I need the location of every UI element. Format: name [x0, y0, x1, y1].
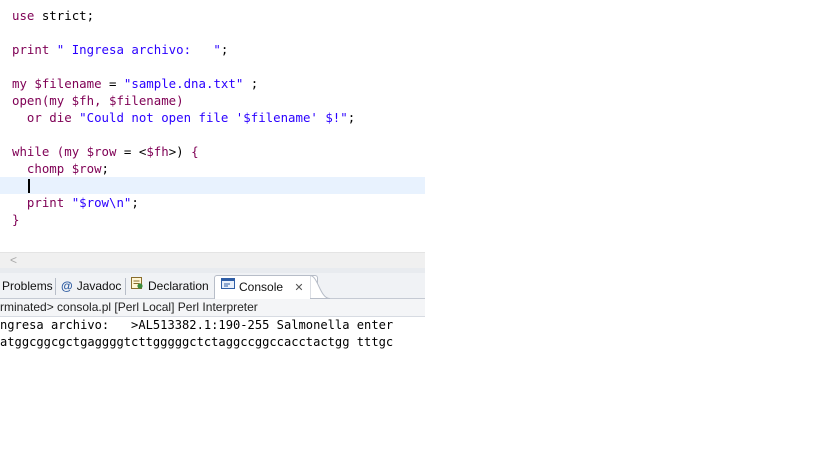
code-token: =	[101, 76, 124, 91]
code-token: chomp	[26, 161, 65, 176]
code-token: " Ingresa archivo: "	[56, 42, 221, 57]
tab-declaration-label: Declaration	[148, 279, 209, 293]
tab-javadoc-label: Javadoc	[76, 279, 122, 293]
code-line: open(my $fh, $filename)	[12, 92, 184, 109]
code-line: my $filename = "sample.dna.txt" ;	[12, 75, 258, 92]
tab-console[interactable]: Console ✕	[214, 275, 318, 300]
code-token: >)	[168, 144, 192, 159]
code-line: print " Ingresa archivo: ";	[12, 41, 228, 58]
console-process-label: rminated> consola.pl [Perl Local] Perl I…	[0, 299, 425, 317]
code-token: = <	[116, 144, 147, 159]
code-token: use	[12, 8, 35, 23]
code-line: while (my $row = <$fh>) {	[12, 143, 199, 160]
views-tabbar: Problems @ Javadoc Declaration Console ✕	[0, 273, 425, 300]
console-output[interactable]: ngresa archivo: >AL513382.1:190-255 Salm…	[0, 317, 425, 357]
code-token: "$row\n"	[71, 195, 132, 210]
code-token: print	[12, 42, 50, 57]
tab-divider	[125, 278, 126, 295]
code-token: my	[12, 76, 27, 91]
tab-problems[interactable]: Problems	[2, 275, 53, 298]
code-token: $filename	[34, 76, 102, 91]
code-token: (my $row	[56, 144, 117, 159]
code-line-current	[0, 177, 425, 194]
close-icon[interactable]: ✕	[294, 282, 303, 294]
console-output-line: ngresa archivo: >AL513382.1:190-255 Salm…	[0, 318, 394, 332]
code-editor[interactable]: use strict; print " Ingresa archivo: "; my…	[0, 0, 425, 252]
console-icon	[221, 276, 235, 299]
code-token: ;	[101, 161, 110, 176]
code-token: $row	[71, 161, 102, 176]
code-line: print "$row\n";	[12, 194, 139, 211]
tab-javadoc[interactable]: @ Javadoc	[61, 275, 121, 298]
code-token: print	[26, 195, 65, 210]
code-token: open	[12, 93, 42, 108]
at-icon: @	[61, 279, 73, 294]
console-output-line: atggcggcgctgaggggtcttgggggctctaggccggcca…	[0, 335, 394, 349]
code-token: "sample.dna.txt"	[123, 76, 244, 91]
text-cursor	[28, 179, 30, 193]
tab-console-curve	[310, 275, 330, 299]
declaration-icon	[130, 275, 144, 298]
tab-problems-label: Problems	[2, 279, 53, 293]
code-token: ;	[347, 110, 356, 125]
code-token: while	[12, 144, 50, 159]
code-token: "Could not open file '$filename' $!"	[79, 110, 348, 125]
code-line: or die "Could not open file '$filename' …	[12, 109, 355, 126]
code-token: ;	[220, 42, 229, 57]
code-token: ;	[131, 195, 139, 210]
code-token: ;	[243, 76, 259, 91]
code-line: chomp $row;	[12, 160, 109, 177]
code-line: }	[12, 211, 19, 228]
tab-console-label: Console	[239, 280, 284, 294]
editor-horizontal-scrollbar[interactable]: <	[0, 252, 425, 268]
tab-declaration[interactable]: Declaration	[130, 275, 209, 298]
scroll-left-arrow-icon[interactable]: <	[10, 253, 17, 268]
code-token: {	[191, 144, 199, 159]
code-token: (my $fh, $filename)	[41, 93, 184, 108]
tab-divider	[55, 278, 56, 295]
code-line: use strict;	[12, 7, 94, 24]
code-token: $fh	[146, 144, 169, 159]
code-token: strict;	[34, 8, 95, 23]
code-token: or die	[26, 110, 72, 125]
code-token: }	[12, 212, 20, 227]
